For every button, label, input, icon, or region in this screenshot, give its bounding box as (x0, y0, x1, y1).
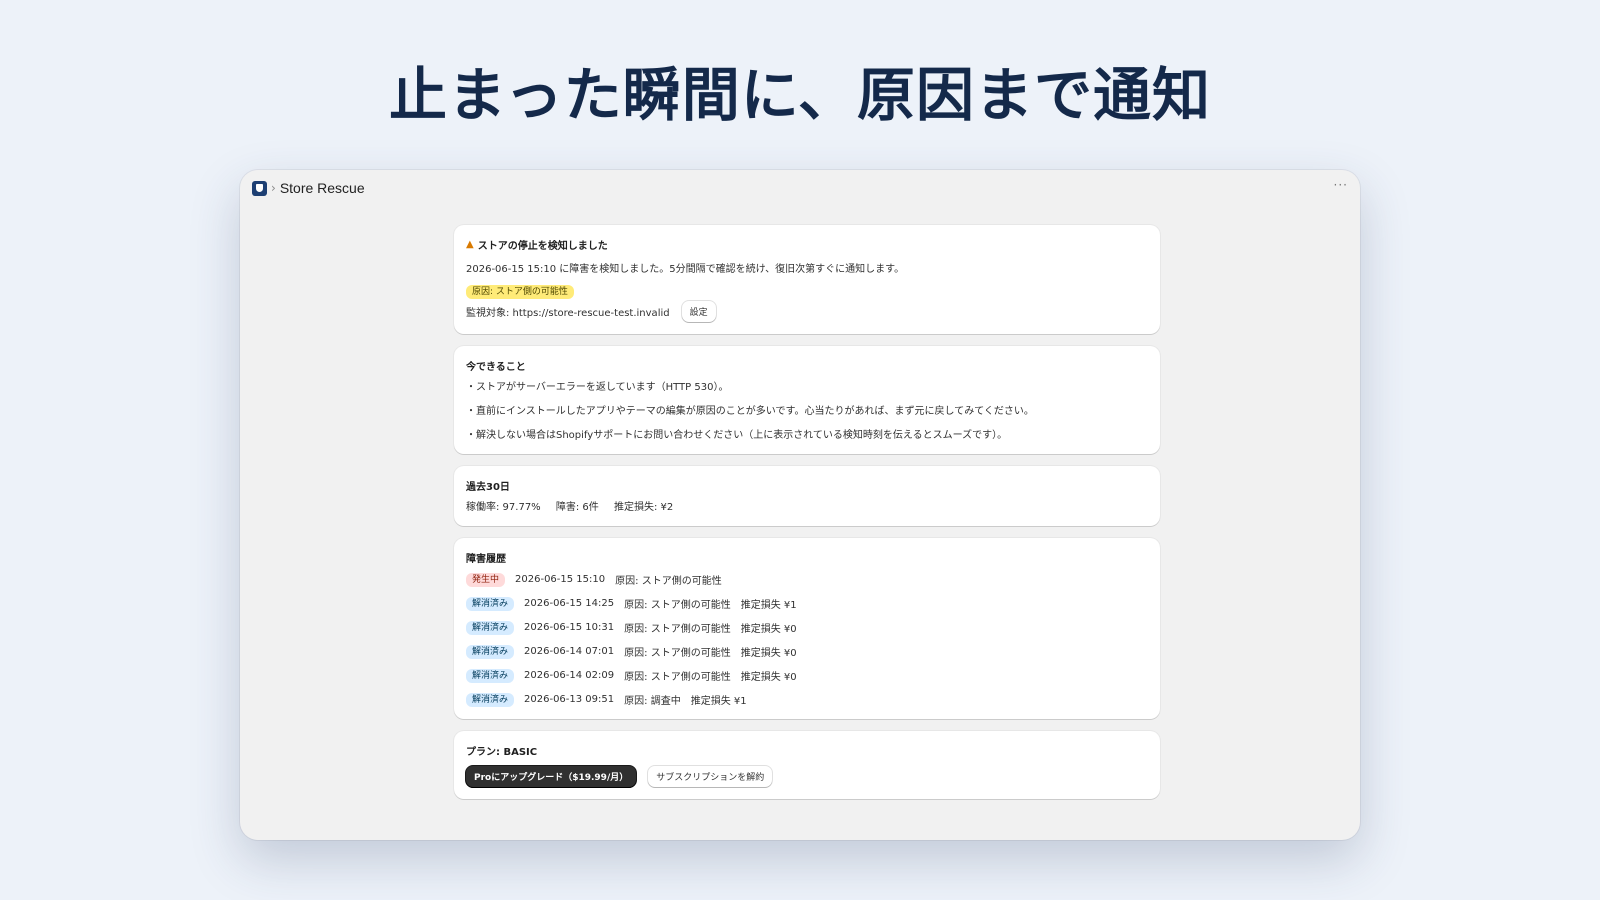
title-bar: › Store Rescue ··· (240, 170, 1360, 206)
history-card: 障害履歴 発生中 2026-06-15 15:10 原因: ストア側の可能性 解… (454, 538, 1160, 719)
stats-card: 過去30日 稼働率: 97.77% 障害: 6件 推定損失: ¥2 (454, 466, 1160, 526)
incident-time: 2026-06-15 15:10 (515, 574, 606, 585)
incident-cause: 原因: ストア側の可能性 (615, 576, 722, 587)
plan-card: プラン: BASIC Proにアップグレード（$19.99/月） サブスクリプシ… (454, 731, 1160, 799)
incident-loss: 推定損失 ¥0 (740, 624, 797, 635)
shield-icon[interactable] (252, 180, 267, 196)
monitor-target: 監視対象: https://store-rescue-test.invalid (466, 308, 670, 319)
actions-title: 今できること (466, 362, 526, 373)
plan-title: プラン: BASIC (466, 747, 538, 758)
incident-loss: 推定損失 ¥1 (690, 696, 747, 707)
hero-title: 止まった瞬間に、原因まで通知 (389, 61, 1211, 129)
incident-cause: 原因: 調査中 (624, 696, 681, 707)
stats-title: 過去30日 (466, 482, 510, 493)
incident-count: 障害: 6件 (555, 502, 599, 513)
status-badge: 解消済み (466, 596, 515, 611)
incident-time: 2026-06-15 10:31 (524, 622, 615, 633)
incident-cause: 原因: ストア側の可能性 (624, 624, 731, 635)
table-row[interactable]: 解消済み 2026-06-15 14:25 原因: ストア側の可能性 推定損失 … (466, 596, 1148, 611)
incident-time: 2026-06-14 07:01 (524, 646, 615, 657)
action-item: ・ストアがサーバーエラーを返しています（HTTP 530）。 (466, 382, 729, 393)
table-row[interactable]: 解消済み 2026-06-14 07:01 原因: ストア側の可能性 推定損失 … (466, 644, 1148, 659)
history-title: 障害履歴 (466, 554, 506, 565)
incident-time: 2026-06-13 09:51 (524, 694, 615, 705)
estimated-loss: 推定損失: ¥2 (613, 502, 674, 513)
uptime-stat: 稼働率: 97.77% (466, 502, 541, 513)
status-badge: 解消済み (466, 692, 515, 707)
actions-card: 今できること ・ストアがサーバーエラーを返しています（HTTP 530）。 ・直… (454, 346, 1160, 454)
incident-loss: 推定損失 ¥0 (740, 648, 797, 659)
action-item: ・直前にインストールしたアプリやテーマの編集が原因のことが多いです。心当たりがあ… (466, 406, 1034, 417)
incident-cause: 原因: ストア側の可能性 (624, 648, 731, 659)
incident-loss: 推定損失 ¥1 (740, 600, 797, 611)
warning-icon: ▲ (466, 239, 474, 250)
main-content: ▲ ストアの停止を検知しました 2026-06-15 15:10 に障害を検知し… (454, 225, 1160, 811)
incident-time: 2026-06-15 14:25 (524, 598, 615, 609)
status-badge: 解消済み (466, 644, 515, 659)
incident-time: 2026-06-14 02:09 (524, 670, 615, 681)
alert-title: ストアの停止を検知しました (477, 241, 608, 252)
more-options-icon[interactable]: ··· (1334, 178, 1348, 192)
table-row[interactable]: 解消済み 2026-06-14 02:09 原因: ストア側の可能性 推定損失 … (466, 668, 1148, 683)
status-badge: 解消済み (466, 620, 515, 635)
alert-message: 2026-06-15 15:10 に障害を検知しました。5分間隔で確認を続け、復… (466, 264, 905, 275)
table-row[interactable]: 発生中 2026-06-15 15:10 原因: ストア側の可能性 (466, 572, 1148, 587)
cause-badge: 原因: ストア側の可能性 (466, 285, 574, 299)
table-row[interactable]: 解消済み 2026-06-13 09:51 原因: 調査中 推定損失 ¥1 (466, 692, 1148, 707)
status-badge: 解消済み (466, 668, 515, 683)
table-row[interactable]: 解消済み 2026-06-15 10:31 原因: ストア側の可能性 推定損失 … (466, 620, 1148, 635)
incident-cause: 原因: ストア側の可能性 (624, 672, 731, 683)
settings-button[interactable]: 設定 (681, 301, 716, 322)
alert-card: ▲ ストアの停止を検知しました 2026-06-15 15:10 に障害を検知し… (454, 225, 1160, 334)
chevron-right-icon: › (271, 181, 276, 195)
action-item: ・解決しない場合はShopifyサポートにお問い合わせください（上に表示されてい… (466, 430, 1008, 441)
upgrade-button[interactable]: Proにアップグレード（$19.99/月） (466, 766, 637, 787)
app-name[interactable]: Store Rescue (280, 180, 365, 196)
incident-loss: 推定損失 ¥0 (740, 672, 797, 683)
cancel-subscription-button[interactable]: サブスクリプションを解約 (648, 766, 773, 787)
status-badge: 発生中 (466, 572, 506, 587)
app-window: › Store Rescue ··· ▲ ストアの停止を検知しました 2026-… (240, 170, 1360, 840)
incident-cause: 原因: ストア側の可能性 (624, 600, 731, 611)
